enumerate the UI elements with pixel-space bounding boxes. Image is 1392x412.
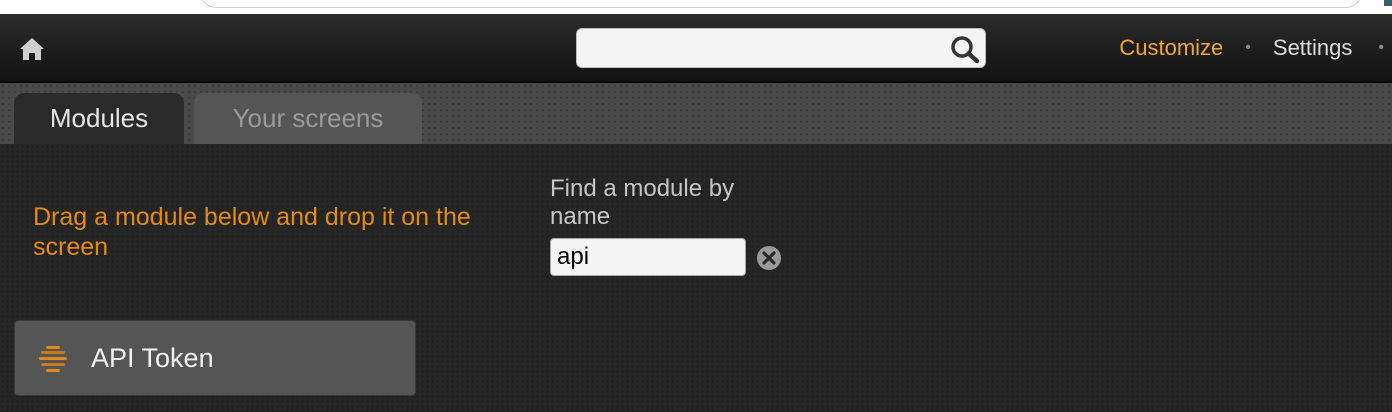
- home-icon[interactable]: [18, 36, 46, 62]
- module-label: API Token: [91, 343, 214, 373]
- module-stack-icon: [39, 346, 67, 372]
- search-icon[interactable]: [949, 34, 981, 64]
- browser-frame-corner: [1384, 0, 1392, 6]
- search-box: [576, 28, 986, 68]
- modules-panel: Drag a module below and drop it on the s…: [0, 144, 1392, 412]
- drag-instruction: Drag a module below and drop it on the s…: [33, 203, 471, 261]
- settings-link[interactable]: Settings: [1273, 35, 1353, 61]
- module-card-api-token[interactable]: API Token: [14, 320, 416, 396]
- find-module-label: Find a module by name: [550, 175, 735, 230]
- tab-your-screens[interactable]: Your screens: [194, 93, 422, 144]
- tab-modules[interactable]: Modules: [14, 93, 184, 144]
- browser-top-strip: [0, 0, 1392, 14]
- browser-frame-edge: [200, 0, 1362, 8]
- nav-separator: •: [1378, 39, 1384, 56]
- header-nav: Customize • Settings •: [1119, 14, 1392, 82]
- customize-link[interactable]: Customize: [1119, 35, 1223, 61]
- find-module-input[interactable]: [550, 238, 746, 276]
- top-header: Customize • Settings •: [0, 14, 1392, 83]
- search-input[interactable]: [585, 35, 949, 63]
- clear-icon[interactable]: [756, 245, 782, 271]
- nav-separator: •: [1245, 39, 1251, 56]
- tab-bar: Modules Your screens: [0, 83, 1392, 144]
